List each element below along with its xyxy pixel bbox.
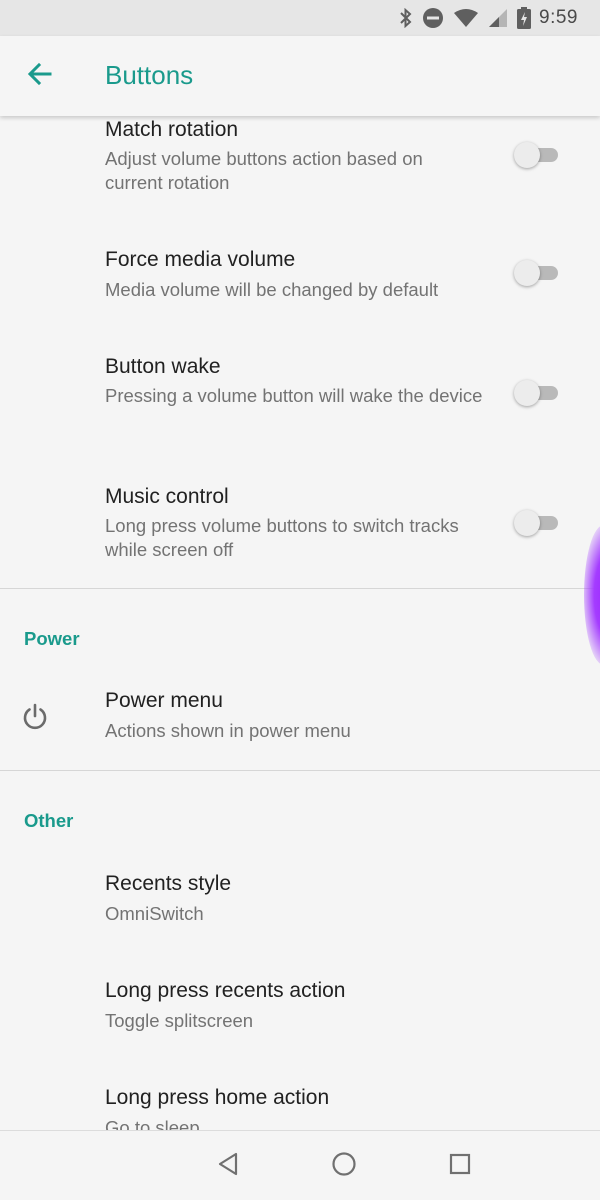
battery-charging-icon [517,7,532,29]
toggle-thumb [514,380,540,406]
wifi-icon [453,8,479,28]
setting-summary: Long press volume buttons to switch trac… [105,515,459,560]
button-wake-toggle[interactable] [514,378,560,408]
setting-power-menu[interactable]: Power menu Actions shown in power menu [0,671,600,769]
nav-home-button[interactable] [326,1148,362,1184]
power-icon [18,699,52,733]
setting-button-wake[interactable]: Button wake Pressing a volume button wil… [0,341,600,451]
status-bar: 9:59 [0,0,600,36]
setting-summary: Go to sleep [105,1117,200,1130]
cell-signal-icon [488,8,508,28]
setting-long-press-recents[interactable]: Long press recents action Toggle splitsc… [0,963,600,1063]
setting-recents-style[interactable]: Recents style OmniSwitch [0,856,600,956]
setting-summary: Adjust volume buttons action based on cu… [105,148,423,193]
setting-summary: Toggle splitscreen [105,1010,254,1031]
setting-title: Power menu [105,689,223,712]
setting-title: Recents style [105,872,232,895]
page-title: Buttons [105,60,194,90]
section-divider [0,770,600,771]
setting-title: Button wake [105,355,221,378]
toggle-thumb [514,142,540,168]
setting-title: Music control [105,485,229,508]
toggle-thumb [514,260,540,286]
section-header-power: Power [24,628,80,649]
match-rotation-toggle[interactable] [514,140,560,170]
setting-title: Force media volume [105,248,296,271]
navigation-bar [0,1130,600,1200]
nav-recents-button[interactable] [442,1148,478,1184]
setting-match-rotation[interactable]: Match rotation Adjust volume buttons act… [0,116,600,226]
nav-back-button[interactable] [210,1148,246,1184]
setting-force-media-volume[interactable]: Force media volume Media volume will be … [0,234,600,324]
setting-title: Long press home action [105,1086,330,1109]
setting-summary: Pressing a volume button will wake the d… [105,385,483,406]
section-header-other: Other [24,810,74,831]
bluetooth-icon [399,8,413,28]
setting-long-press-home[interactable]: Long press home action Go to sleep [0,1070,600,1130]
do-not-disturb-icon [422,7,444,29]
app-bar: Buttons [0,36,600,116]
screen: 9:59 Buttons Match rotation Adjust volum… [0,0,600,1200]
toggle-thumb [514,510,540,536]
status-time: 9:59 [539,7,578,28]
back-button[interactable] [20,56,60,96]
setting-summary: OmniSwitch [105,903,204,924]
arrow-back-icon [26,60,54,93]
section-divider [0,588,600,589]
force-media-volume-toggle[interactable] [514,258,560,288]
back-triangle-icon [217,1152,239,1181]
home-circle-icon [331,1151,357,1182]
music-control-toggle[interactable] [514,508,560,538]
setting-title: Long press recents action [105,979,346,1002]
recents-square-icon [449,1153,471,1180]
setting-title: Match rotation [105,118,239,141]
setting-summary: Actions shown in power menu [105,720,351,741]
settings-list: Match rotation Adjust volume buttons act… [0,116,600,1130]
setting-music-control[interactable]: Music control Long press volume buttons … [0,471,600,586]
setting-summary: Media volume will be changed by default [105,279,439,300]
